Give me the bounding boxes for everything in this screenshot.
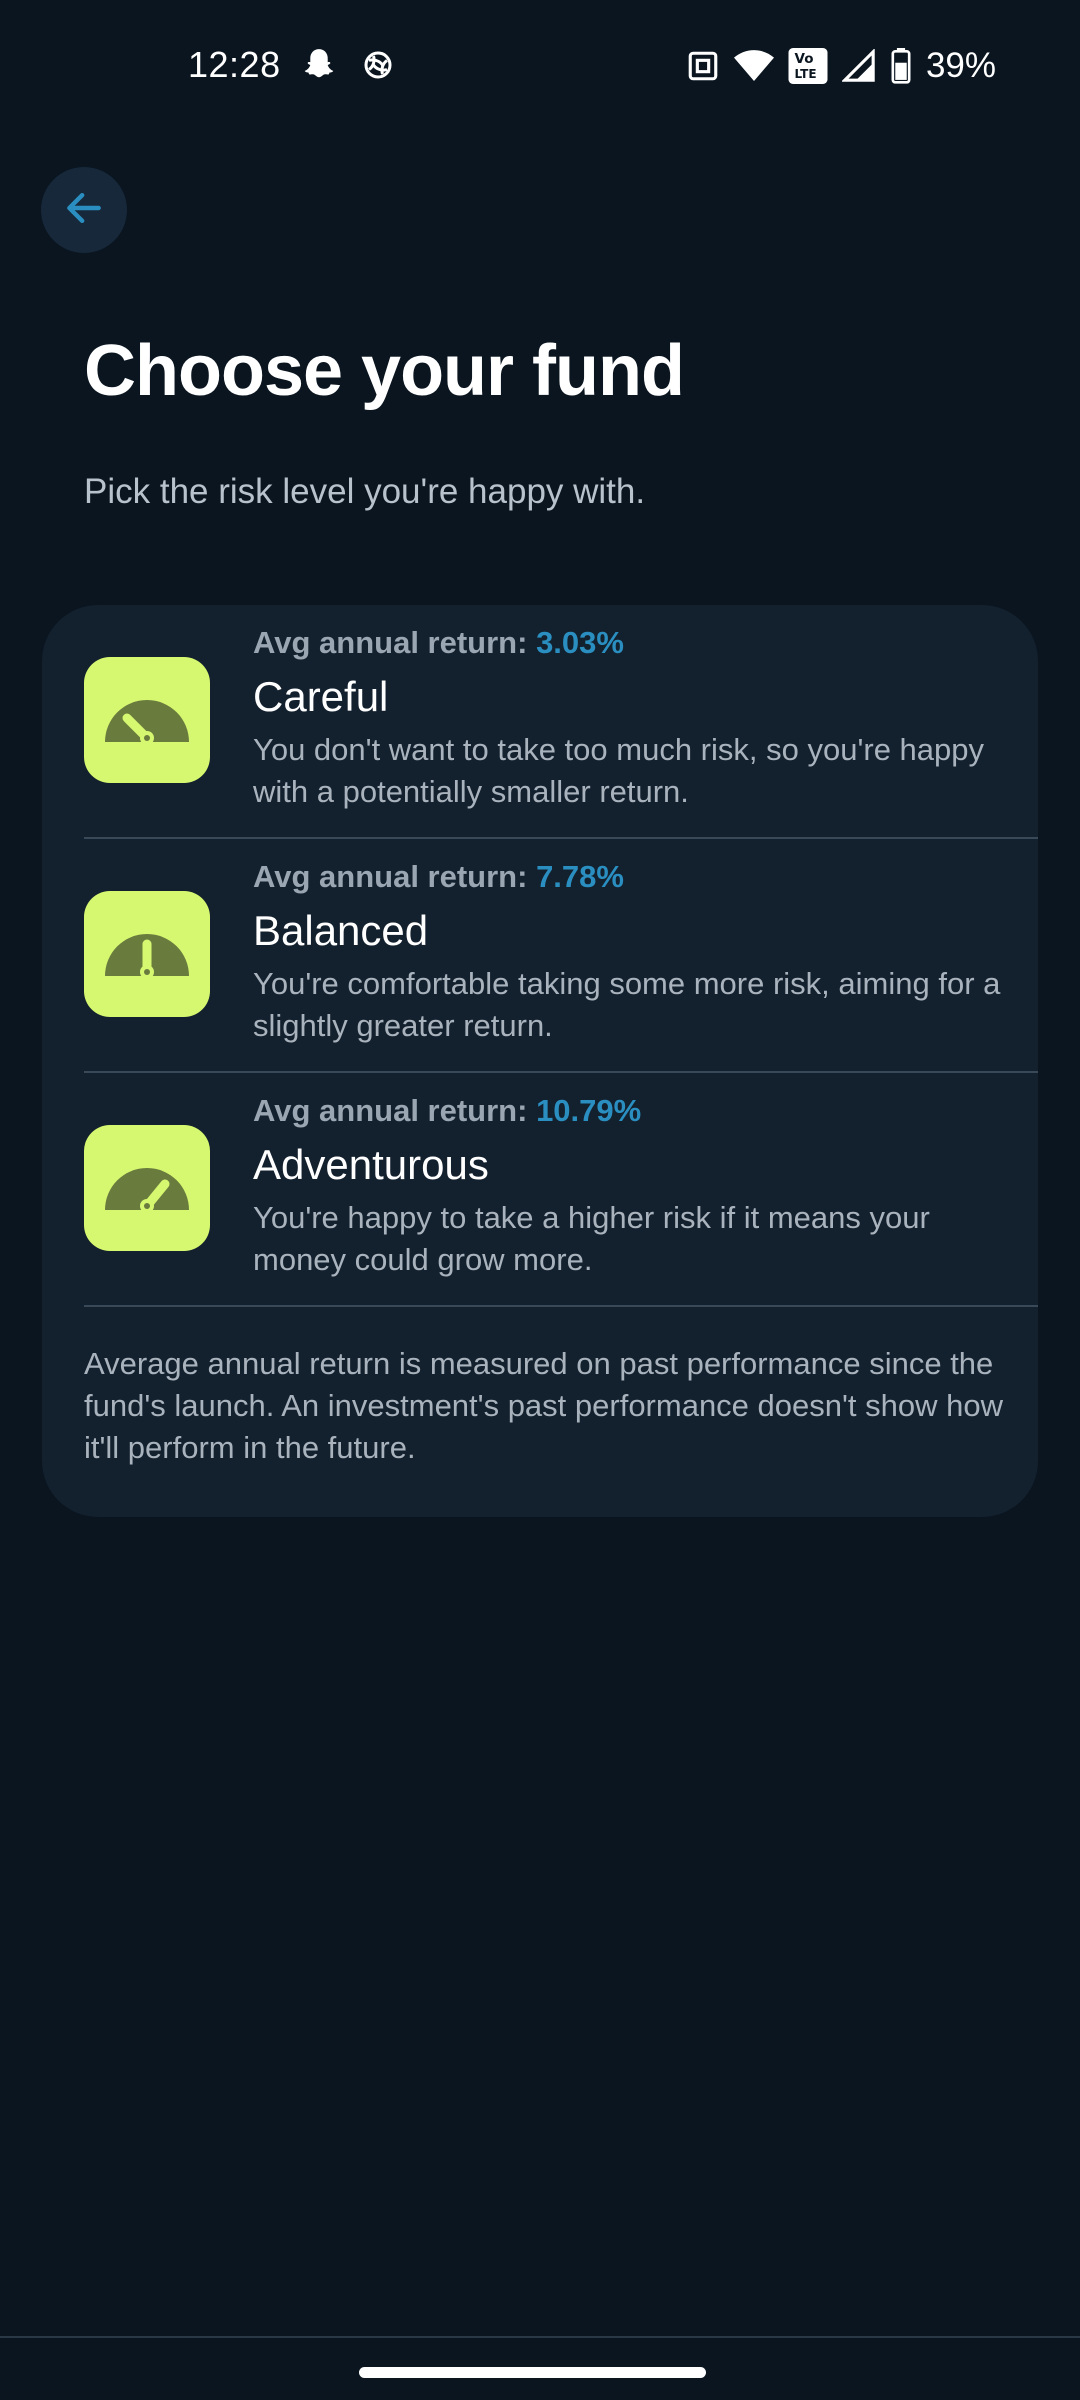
fund-description: You're comfortable taking some more risk… [253,966,1001,1043]
notification-icons [300,46,396,84]
divider [84,1305,1038,1307]
speedometer-high-icon [101,1158,193,1219]
fund-text: Avg annual return: 7.78% Balanced You're… [253,857,1013,1047]
system-icons: Vo LTE 39% [686,46,996,86]
fund-text: Avg annual return: 3.03% Careful You don… [253,623,1013,813]
svg-text:Vo: Vo [794,51,813,67]
fund-text: Avg annual return: 10.79% Adventurous Yo… [253,1091,1013,1281]
nfc-icon [686,49,720,83]
fund-icon-tile [84,1125,210,1251]
fund-option-adventurous[interactable]: Avg annual return: 10.79% Adventurous Yo… [42,1073,1038,1307]
back-button[interactable] [41,167,127,253]
page-subtitle: Pick the risk level you're happy with. [84,472,646,511]
speedometer-low-icon [101,690,193,751]
signal-icon [841,49,876,83]
fund-name: Adventurous [253,1141,489,1188]
return-label: Avg annual return: [253,1093,528,1128]
return-line: Avg annual return: 10.79% [253,1091,1013,1131]
page-title: Choose your fund [84,331,685,411]
svg-text:LTE: LTE [794,67,816,81]
return-value: 7.78% [536,859,624,894]
fund-name: Balanced [253,907,429,954]
fund-option-balanced[interactable]: Avg annual return: 7.78% Balanced You're… [42,839,1038,1073]
snapchat-icon [300,46,338,84]
return-line: Avg annual return: 7.78% [253,857,1013,897]
battery-icon [890,48,912,84]
status-bar: 12:28 Vo LTE 39% [0,0,1080,135]
disclaimer-text: Average annual return is measured on pas… [84,1346,1003,1465]
return-line: Avg annual return: 3.03% [253,623,1013,663]
return-value: 10.79% [536,1093,642,1128]
return-label: Avg annual return: [253,625,528,660]
fund-options-card: Avg annual return: 3.03% Careful You don… [42,605,1038,1517]
return-label: Avg annual return: [253,859,528,894]
wifi-icon [733,49,774,83]
nav-bar-divider [0,2336,1080,2338]
return-value: 3.03% [536,625,624,660]
fund-option-careful[interactable]: Avg annual return: 3.03% Careful You don… [42,605,1038,839]
screen: 12:28 Vo LTE 39% Choose your fund Pick t… [0,0,1080,2400]
battery-percent: 39% [925,46,996,85]
home-indicator[interactable] [359,2367,706,2378]
fund-icon-tile [84,657,210,783]
arrow-left-icon [62,186,106,235]
fund-icon-tile [84,891,210,1017]
volte-icon: Vo LTE [788,48,828,84]
speedometer-medium-icon [101,924,193,985]
fund-name: Careful [253,673,389,720]
fund-description: You don't want to take too much risk, so… [253,732,985,809]
status-time: 12:28 [188,44,281,85]
fund-description: You're happy to take a higher risk if it… [253,1200,930,1277]
sync-app-icon [360,47,396,83]
